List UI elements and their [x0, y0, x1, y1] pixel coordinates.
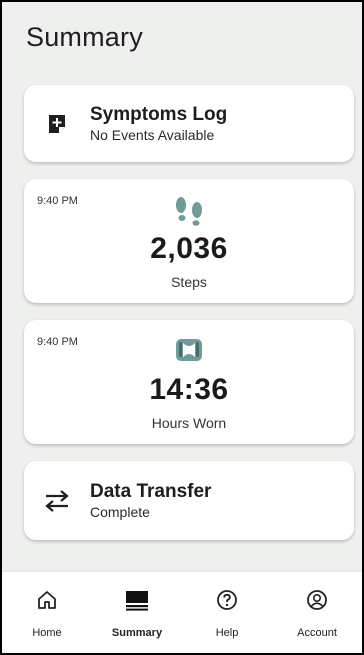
symptoms-log-status: No Events Available [90, 126, 215, 143]
bottom-nav-bar: Home Summary Help Account [2, 572, 362, 653]
brace-icon [24, 337, 354, 363]
data-transfer-card[interactable]: Data Transfer Complete [24, 461, 354, 540]
hours-worn-value: 14:36 [149, 373, 229, 406]
swap-arrows-icon [44, 488, 70, 514]
note-add-icon [44, 111, 70, 137]
summary-icon [125, 587, 149, 613]
home-icon [36, 587, 58, 613]
help-icon [216, 587, 238, 613]
symptoms-log-card[interactable]: Symptoms Log No Events Available [24, 85, 354, 162]
tab-home[interactable]: Home [2, 572, 92, 653]
tab-summary-label: Summary [111, 627, 163, 639]
page-title: Summary [26, 22, 143, 52]
tab-account-label: Account [297, 627, 337, 639]
app-screen: Summary Symptoms Log No Events Available… [2, 2, 362, 653]
hours-worn-card[interactable]: 9:40 PM 14:36 Hours Worn [24, 320, 354, 444]
tab-help[interactable]: Help [182, 572, 272, 653]
steps-label: Steps [171, 274, 207, 290]
tab-account[interactable]: Account [272, 572, 362, 653]
data-transfer-status: Complete [90, 503, 150, 520]
hours-worn-label: Hours Worn [151, 415, 227, 431]
data-transfer-title: Data Transfer [90, 480, 212, 502]
footsteps-icon [24, 196, 354, 226]
steps-card[interactable]: 9:40 PM 2,036 Steps [24, 179, 354, 303]
account-icon [306, 587, 328, 613]
tab-summary[interactable]: Summary [92, 572, 182, 653]
tab-help-label: Help [215, 627, 239, 639]
tab-home-label: Home [32, 627, 62, 639]
symptoms-log-title: Symptoms Log [90, 103, 228, 125]
steps-value: 2,036 [150, 232, 228, 265]
